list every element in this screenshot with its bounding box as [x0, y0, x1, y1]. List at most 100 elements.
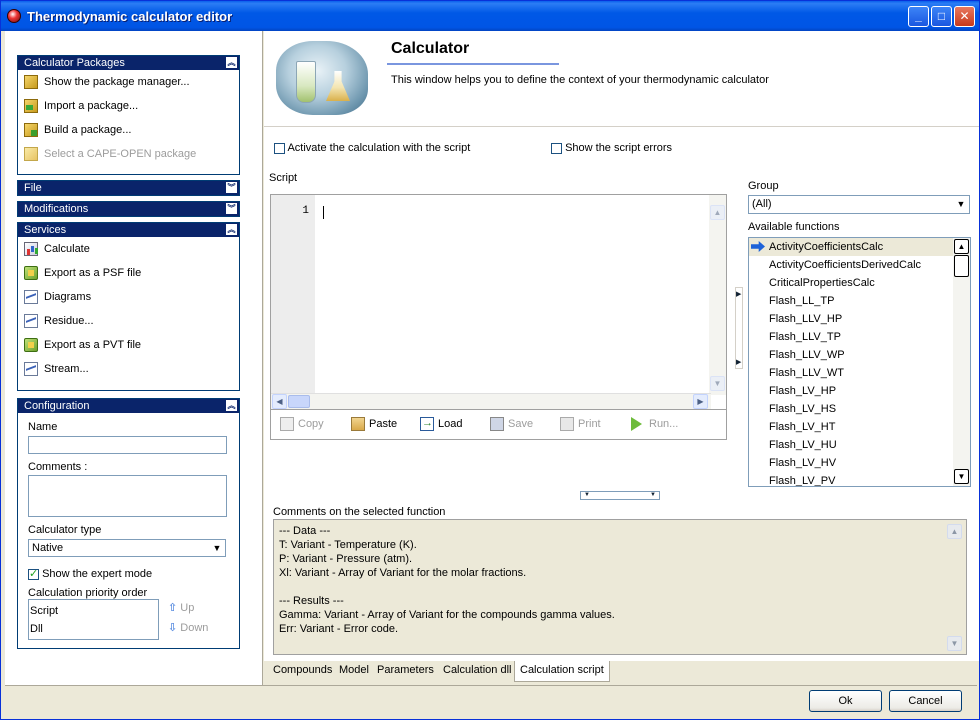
name-input[interactable] [28, 436, 227, 454]
function-name: Flash_LLV_TP [769, 331, 841, 343]
function-list-item[interactable]: Flash_LL_TP [749, 292, 970, 310]
tab-calculation-script[interactable]: Calculation script [514, 661, 610, 682]
function-list-item[interactable]: ActivityCoefficientsCalc [749, 238, 970, 256]
file-section[interactable]: File ︾ [17, 180, 240, 196]
tab-parameters[interactable]: Parameters [372, 661, 440, 680]
save-icon [490, 417, 504, 431]
function-list-item[interactable]: Flash_LLV_HP [749, 310, 970, 328]
function-name: Flash_LLV_WT [769, 367, 844, 379]
scroll-down-icon[interactable]: ▼ [954, 469, 969, 484]
activate-script-option[interactable]: Activate the calculation with the script [274, 142, 470, 154]
load-button[interactable]: Load [420, 416, 462, 431]
minimize-button[interactable]: _ [908, 6, 929, 27]
residue-item[interactable]: Residue... [18, 309, 239, 333]
title-bar[interactable]: Thermodynamic calculator editor _ □ ✕ [1, 1, 979, 31]
function-list-item[interactable]: Flash_LV_HT [749, 418, 970, 436]
paste-icon [351, 417, 365, 431]
export-pvt-item[interactable]: Export as a PVT file [18, 333, 239, 357]
function-list-item[interactable]: ActivityCoefficientsDerivedCalc [749, 256, 970, 274]
cape-open-icon [24, 147, 38, 161]
comments-textarea[interactable] [28, 475, 227, 517]
packages-section-header[interactable]: Calculator Packages ︽ [18, 56, 239, 70]
show-errors-option[interactable]: Show the script errors [551, 142, 672, 154]
build-package-item[interactable]: Build a package... [18, 118, 239, 142]
ok-button[interactable]: Ok [809, 690, 882, 712]
import-package-item[interactable]: Import a package... [18, 94, 239, 118]
copy-button[interactable]: Copy [280, 417, 324, 431]
collapse-chevron-icon[interactable]: ︽ [226, 224, 237, 235]
function-list-item[interactable]: Flash_LV_HS [749, 400, 970, 418]
functions-scrollbar[interactable]: ▲ ▼ [953, 238, 970, 486]
scroll-left-icon[interactable]: ◀ [272, 394, 287, 409]
services-section-header[interactable]: Services ︽ [18, 223, 239, 237]
function-list-item[interactable]: Flash_LLV_WT [749, 364, 970, 382]
save-button[interactable]: Save [490, 417, 533, 431]
file-section-header[interactable]: File ︾ [18, 181, 239, 195]
functions-list[interactable]: ActivityCoefficientsCalc ActivityCoeffici… [748, 237, 971, 487]
group-select[interactable]: (All) ▼ [748, 195, 970, 214]
export-psf-item[interactable]: Export as a PSF file [18, 261, 239, 285]
chevron-down-icon[interactable]: ▼ [953, 196, 969, 213]
up-button[interactable]: ⇧ Up [168, 601, 194, 614]
expand-chevron-icon[interactable]: ︾ [226, 203, 237, 214]
show-package-manager-item[interactable]: Show the package manager... [18, 70, 239, 94]
save-label: Save [508, 418, 534, 430]
scroll-thumb[interactable] [288, 395, 310, 408]
calculate-item[interactable]: Calculate [18, 237, 239, 261]
scroll-right-icon[interactable]: ▶ [693, 394, 708, 409]
close-button[interactable]: ✕ [954, 6, 975, 27]
editor-vertical-scrollbar[interactable]: ▲ ▼ [709, 195, 726, 395]
configuration-section-header[interactable]: Configuration ︽ [18, 399, 239, 413]
function-list-item[interactable]: Flash_LLV_WP [749, 346, 970, 364]
calculator-type-value: Native [32, 542, 64, 554]
diagrams-item[interactable]: Diagrams [18, 285, 239, 309]
copy-label: Copy [298, 418, 324, 430]
editor-horizontal-scrollbar[interactable]: ◀ ▶ [271, 393, 711, 409]
function-list-item[interactable]: Flash_LV_PV [749, 472, 970, 486]
expert-mode-checkbox[interactable] [28, 567, 39, 580]
run-button[interactable]: Run... [631, 417, 678, 431]
text-caret [323, 206, 324, 219]
run-icon [631, 417, 642, 431]
activate-script-checkbox[interactable] [274, 142, 285, 154]
function-list-item[interactable]: CriticalPropertiesCalc [749, 274, 970, 292]
function-list-item[interactable]: Flash_LV_HU [749, 436, 970, 454]
priority-order-list[interactable]: Script Dll [28, 599, 159, 640]
function-list-item[interactable]: Flash_LLV_TP [749, 328, 970, 346]
function-list-item[interactable]: Flash_LV_HV [749, 454, 970, 472]
priority-order-label: Calculation priority order [28, 587, 148, 599]
tab-calculation-dll[interactable]: Calculation dll [438, 661, 518, 680]
expand-chevron-icon[interactable]: ︾ [226, 182, 237, 193]
expert-mode-row[interactable]: Show the expert mode [28, 567, 152, 580]
function-comments-box[interactable]: --- Data --- T: Variant - Temperature (K… [273, 519, 967, 655]
scroll-thumb[interactable] [954, 255, 969, 277]
print-button[interactable]: Print [560, 417, 601, 431]
calculator-type-select[interactable]: Native ▼ [28, 539, 226, 557]
comment-line: T: Variant - Temperature (K). [279, 539, 417, 551]
scroll-up-icon[interactable]: ▲ [710, 205, 725, 220]
tab-compounds[interactable]: Compounds [268, 661, 339, 680]
horizontal-splitter[interactable]: ▼ ▼ [580, 491, 660, 500]
maximize-button[interactable]: □ [931, 6, 952, 27]
script-editor[interactable]: 1 ▲ ▼ ◀ ▶ [270, 194, 727, 410]
collapse-chevron-icon[interactable]: ︽ [226, 57, 237, 68]
tab-model[interactable]: Model [334, 661, 375, 680]
function-name: Flash_LLV_HP [769, 313, 843, 325]
function-list-item[interactable]: Flash_LV_HP [749, 382, 970, 400]
show-errors-checkbox[interactable] [551, 142, 562, 154]
paste-button[interactable]: Paste [351, 417, 397, 431]
down-button[interactable]: ⇩ Down [168, 621, 208, 634]
modifications-section[interactable]: Modifications ︾ [17, 201, 240, 217]
scroll-down-icon[interactable]: ▼ [710, 376, 725, 391]
scroll-up-icon[interactable]: ▲ [954, 239, 969, 254]
list-item[interactable]: Dll [30, 620, 158, 638]
chevron-down-icon[interactable]: ▼ [209, 540, 225, 556]
vertical-splitter[interactable]: ▶ ▶ [735, 287, 743, 369]
collapse-chevron-icon[interactable]: ︽ [226, 400, 237, 411]
cancel-button[interactable]: Cancel [889, 690, 962, 712]
scroll-up-icon[interactable]: ▲ [947, 524, 962, 539]
stream-item[interactable]: Stream... [18, 357, 239, 381]
modifications-section-header[interactable]: Modifications ︾ [18, 202, 239, 216]
list-item[interactable]: Script [30, 602, 158, 620]
scroll-down-icon[interactable]: ▼ [947, 636, 962, 651]
